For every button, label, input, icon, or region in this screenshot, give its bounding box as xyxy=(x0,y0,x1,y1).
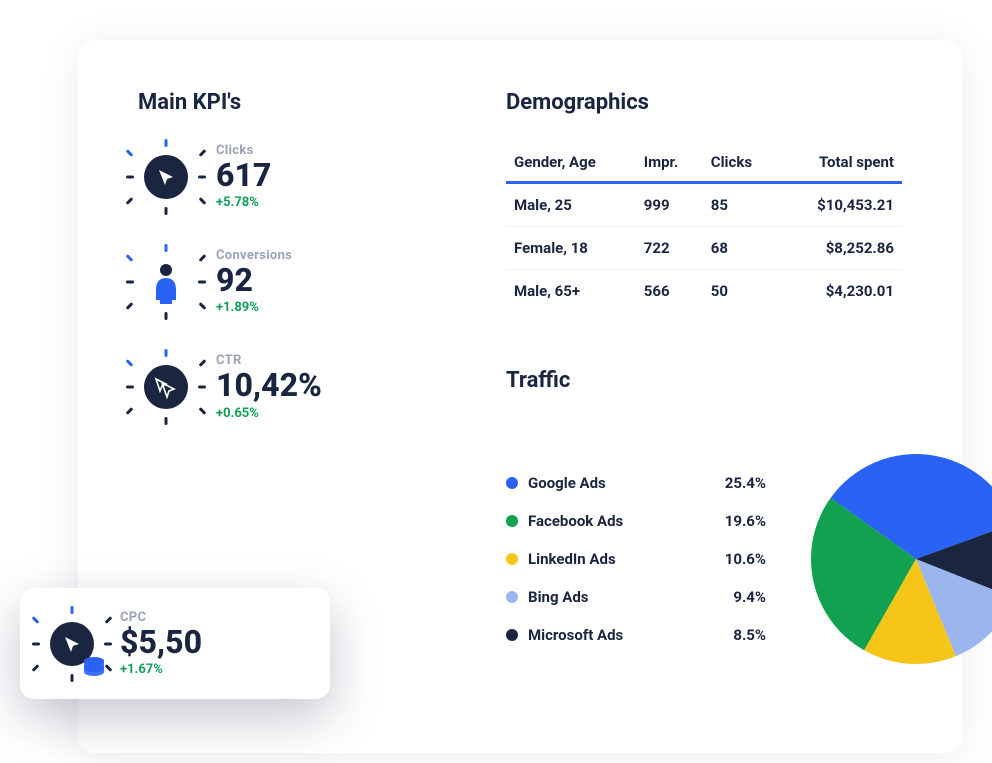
legend-percent: 25.4% xyxy=(725,474,766,492)
cell-clicks: 50 xyxy=(703,270,779,313)
kpi-list: Clicks 617 +5.78% Conversions 92 xyxy=(138,143,438,421)
traffic-section: Google Ads 25.4% Facebook Ads 19.6% LinkedIn… xyxy=(506,449,902,669)
legend-label: Google Ads xyxy=(528,474,606,492)
ctr-icon xyxy=(138,359,194,415)
table-row: Male, 2599985$10,453.21 xyxy=(506,183,902,227)
cell-segment: Female, 18 xyxy=(506,227,636,270)
cell-clicks: 68 xyxy=(703,227,779,270)
legend-item: LinkedIn Ads 10.6% xyxy=(506,550,766,568)
kpi-ctr: CTR 10,42% +0.65% xyxy=(138,353,438,420)
kpi-cpc-card[interactable]: CPC $5,50 +1.67% xyxy=(20,588,330,699)
col-clicks: Clicks xyxy=(703,143,779,183)
kpi-value: $5,50 xyxy=(120,625,202,660)
right-column: Demographics Gender, Age Impr. Clicks To… xyxy=(506,90,902,693)
legend-dot-icon xyxy=(506,477,518,489)
legend-percent: 19.6% xyxy=(725,512,766,530)
cell-spent: $10,453.21 xyxy=(779,183,902,227)
kpi-delta: +1.67% xyxy=(120,662,202,677)
kpi-clicks: Clicks 617 +5.78% xyxy=(138,143,438,210)
kpi-delta: +1.89% xyxy=(216,300,292,315)
cpc-icon xyxy=(44,616,100,672)
kpi-value: 617 xyxy=(216,158,271,193)
cell-impr: 566 xyxy=(636,270,703,313)
legend-percent: 9.4% xyxy=(733,588,766,606)
legend-percent: 8.5% xyxy=(733,626,766,644)
legend-dot-icon xyxy=(506,629,518,641)
traffic-legend: Google Ads 25.4% Facebook Ads 19.6% LinkedIn… xyxy=(506,474,766,644)
col-segment: Gender, Age xyxy=(506,143,636,183)
kpi-heading: Main KPI's xyxy=(138,90,438,115)
col-impr: Impr. xyxy=(636,143,703,183)
kpi-conversions: Conversions 92 +1.89% xyxy=(138,248,438,315)
demographics-heading: Demographics xyxy=(506,90,902,115)
cell-spent: $4,230.01 xyxy=(779,270,902,313)
kpi-value: 92 xyxy=(216,263,292,298)
legend-dot-icon xyxy=(506,515,518,527)
legend-label: Bing Ads xyxy=(528,588,588,606)
conversions-icon xyxy=(138,254,194,310)
table-header-row: Gender, Age Impr. Clicks Total spent xyxy=(506,143,902,183)
legend-dot-icon xyxy=(506,553,518,565)
kpi-delta: +5.78% xyxy=(216,195,271,210)
legend-item: Facebook Ads 19.6% xyxy=(506,512,766,530)
col-spent: Total spent xyxy=(779,143,902,183)
legend-item: Bing Ads 9.4% xyxy=(506,588,766,606)
traffic-pie-chart xyxy=(806,449,992,669)
cell-impr: 722 xyxy=(636,227,703,270)
legend-dot-icon xyxy=(506,591,518,603)
demographics-table: Gender, Age Impr. Clicks Total spent Mal… xyxy=(506,143,902,312)
cell-spent: $8,252.86 xyxy=(779,227,902,270)
table-row: Female, 1872268$8,252.86 xyxy=(506,227,902,270)
traffic-heading: Traffic xyxy=(506,368,902,393)
kpi-value: 10,42% xyxy=(216,368,322,403)
legend-label: LinkedIn Ads xyxy=(528,550,616,568)
cell-impr: 999 xyxy=(636,183,703,227)
cell-segment: Male, 65+ xyxy=(506,270,636,313)
legend-item: Google Ads 25.4% xyxy=(506,474,766,492)
cell-clicks: 85 xyxy=(703,183,779,227)
legend-label: Microsoft Ads xyxy=(528,626,623,644)
legend-label: Facebook Ads xyxy=(528,512,623,530)
legend-item: Microsoft Ads 8.5% xyxy=(506,626,766,644)
clicks-icon xyxy=(138,149,194,205)
table-row: Male, 65+56650$4,230.01 xyxy=(506,270,902,313)
cell-segment: Male, 25 xyxy=(506,183,636,227)
legend-percent: 10.6% xyxy=(725,550,766,568)
kpi-delta: +0.65% xyxy=(216,406,322,421)
